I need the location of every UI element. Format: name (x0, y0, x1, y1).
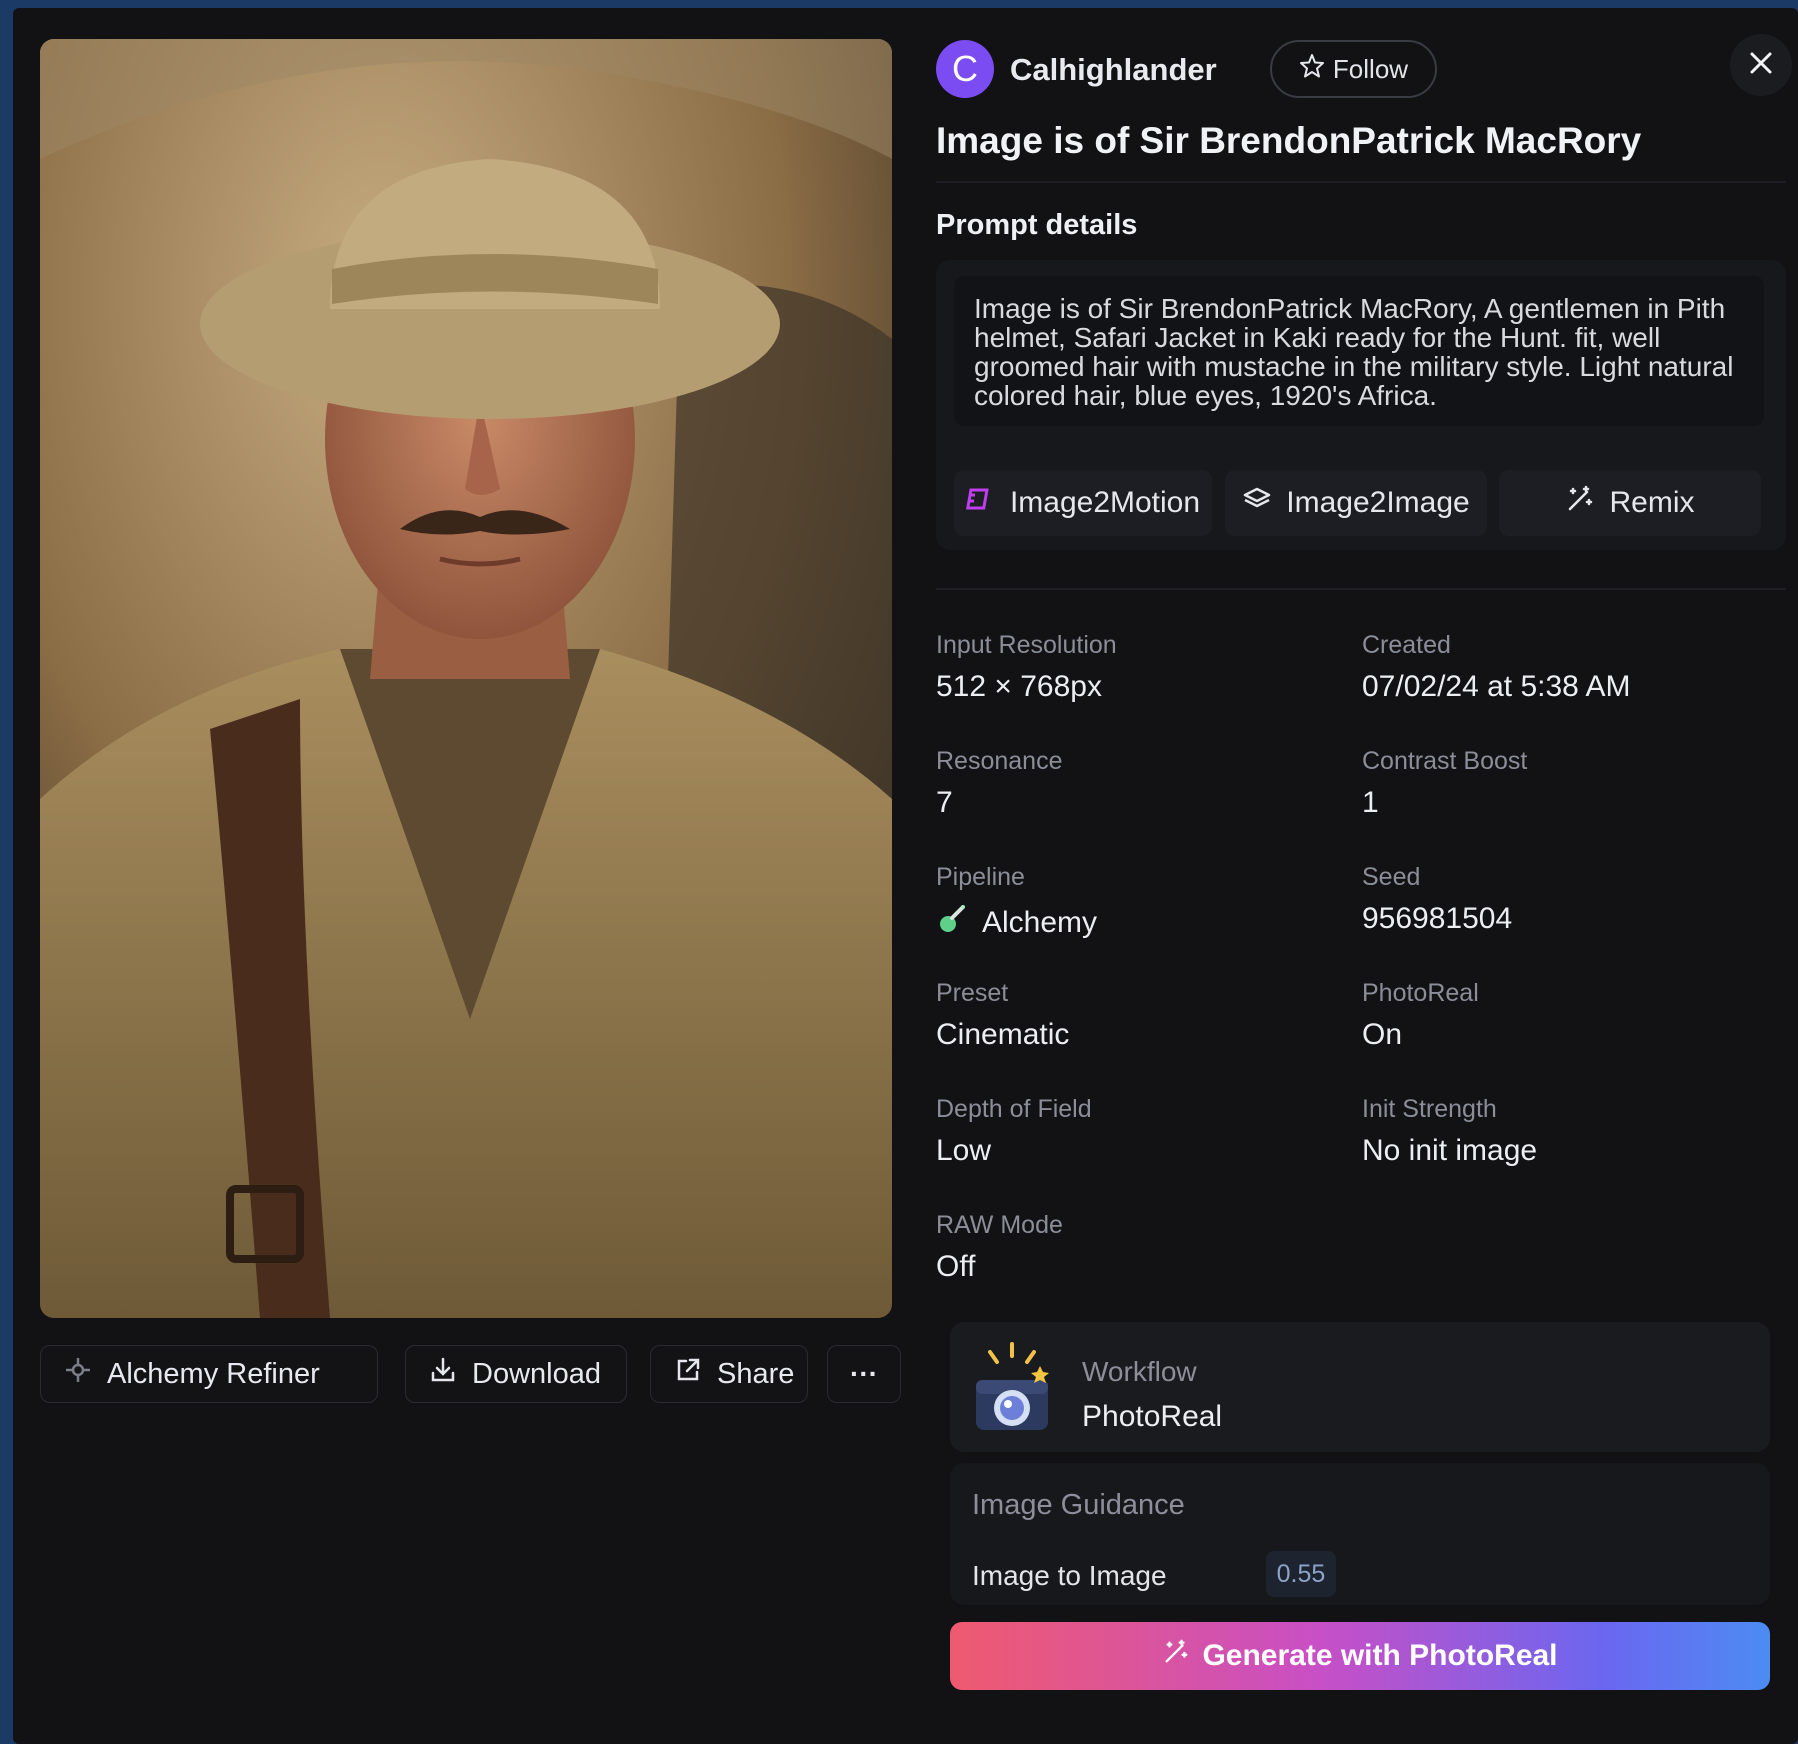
detail-label: Pipeline (936, 863, 1025, 891)
avatar[interactable]: C (936, 40, 994, 98)
share-label: Share (717, 1357, 795, 1390)
detail-value: 512 × 768px (936, 670, 1102, 703)
image-detail-modal: Alchemy Refiner Download Share ··· C Cal… (13, 8, 1798, 1744)
detail-value: 07/02/24 at 5:38 AM (1362, 670, 1631, 703)
detail-label: Created (1362, 631, 1451, 659)
detail-label: PhotoReal (1362, 979, 1479, 1007)
detail-seed: Seed 956981504 (1362, 863, 1512, 936)
remix-button[interactable]: Remix (1499, 470, 1761, 536)
detail-value: On (1362, 1018, 1403, 1051)
detail-depth-of-field: Depth of Field Low (936, 1095, 1092, 1168)
detail-value: No init image (1362, 1134, 1538, 1167)
divider (936, 181, 1786, 183)
more-options-label: ··· (850, 1358, 878, 1389)
detail-created: Created 07/02/24 at 5:38 AM (1362, 631, 1631, 704)
star-icon (1299, 53, 1325, 86)
more-options-button[interactable]: ··· (827, 1345, 901, 1403)
follow-label: Follow (1332, 53, 1409, 84)
image2motion-button[interactable]: Image2Motion (954, 470, 1212, 536)
potion-icon (936, 902, 970, 944)
detail-value: Cinematic (936, 1018, 1070, 1051)
detail-label: Input Resolution (936, 631, 1117, 659)
download-icon (428, 1355, 458, 1393)
detail-contrast-boost: Contrast Boost 1 (1362, 747, 1527, 820)
generated-image (40, 39, 892, 1318)
detail-label: RAW Mode (936, 1211, 1063, 1239)
workflow-value: PhotoReal (1082, 1400, 1223, 1433)
wand-icon (1565, 484, 1595, 522)
wand-icon (1162, 1638, 1190, 1674)
close-button[interactable] (1730, 34, 1792, 96)
share-icon (673, 1355, 703, 1393)
prompt-details-heading: Prompt details (936, 209, 1138, 241)
motion-icon (965, 484, 996, 522)
workflow-label: Workflow (1082, 1356, 1197, 1387)
detail-value[interactable]: 956981504 (1362, 902, 1512, 936)
prompt-text[interactable]: Image is of Sir BrendonPatrick MacRory, … (954, 276, 1764, 426)
detail-value: Low (936, 1134, 992, 1167)
image-to-image-strength: 0.55 (1266, 1551, 1336, 1597)
share-button[interactable]: Share (650, 1345, 808, 1403)
download-button[interactable]: Download (405, 1345, 627, 1403)
detail-label: Depth of Field (936, 1095, 1092, 1123)
detail-value: Alchemy (982, 906, 1098, 939)
detail-photoreal: PhotoReal On (1362, 979, 1479, 1052)
download-label: Download (472, 1357, 601, 1390)
detail-value-row: Alchemy (936, 902, 1097, 944)
close-icon (1747, 49, 1775, 82)
detail-raw-mode: RAW Mode Off (936, 1211, 1063, 1284)
generate-button[interactable]: Generate with PhotoReal (950, 1622, 1770, 1690)
author-name[interactable]: Calhighlander (1010, 52, 1217, 88)
detail-label: Preset (936, 979, 1009, 1007)
alchemy-refiner-label: Alchemy Refiner (107, 1357, 320, 1390)
camera-icon (970, 1340, 1054, 1441)
detail-label: Init Strength (1362, 1095, 1497, 1123)
detail-init-strength: Init Strength No init image (1362, 1095, 1537, 1168)
generate-label: Generate with PhotoReal (1202, 1639, 1558, 1672)
detail-value: 1 (1362, 786, 1379, 819)
image2image-button[interactable]: Image2Image (1225, 470, 1487, 536)
detail-input-resolution: Input Resolution 512 × 768px (936, 631, 1117, 704)
follow-button[interactable]: Follow (1270, 40, 1437, 98)
prompt-panel: Image is of Sir BrendonPatrick MacRory, … (936, 260, 1786, 550)
divider (936, 588, 1786, 590)
detail-preset: Preset Cinematic (936, 979, 1069, 1052)
detail-label: Contrast Boost (1362, 747, 1528, 775)
image-guidance-title: Image Guidance (972, 1489, 1185, 1521)
image-title: Image is of Sir BrendonPatrick MacRory (936, 120, 1642, 161)
remix-label: Remix (1609, 486, 1695, 519)
image2image-label: Image2Image (1286, 486, 1470, 519)
avatar-initial: C (952, 48, 978, 89)
refiner-icon (63, 1355, 93, 1393)
detail-label: Resonance (936, 747, 1063, 775)
image2motion-label: Image2Motion (1009, 486, 1201, 519)
layers-icon (1242, 484, 1272, 522)
detail-value: 7 (936, 786, 953, 819)
detail-label: Seed (1362, 863, 1421, 891)
detail-value: Off (936, 1250, 976, 1283)
workflow-card[interactable]: Workflow PhotoReal (950, 1322, 1770, 1452)
detail-pipeline: Pipeline Alchemy (936, 863, 1097, 944)
alchemy-refiner-button[interactable]: Alchemy Refiner (40, 1345, 378, 1403)
detail-resonance: Resonance 7 (936, 747, 1062, 820)
image-to-image-label: Image to Image (972, 1560, 1167, 1591)
image-guidance-card: Image Guidance Image to Image 0.55 (950, 1463, 1770, 1605)
